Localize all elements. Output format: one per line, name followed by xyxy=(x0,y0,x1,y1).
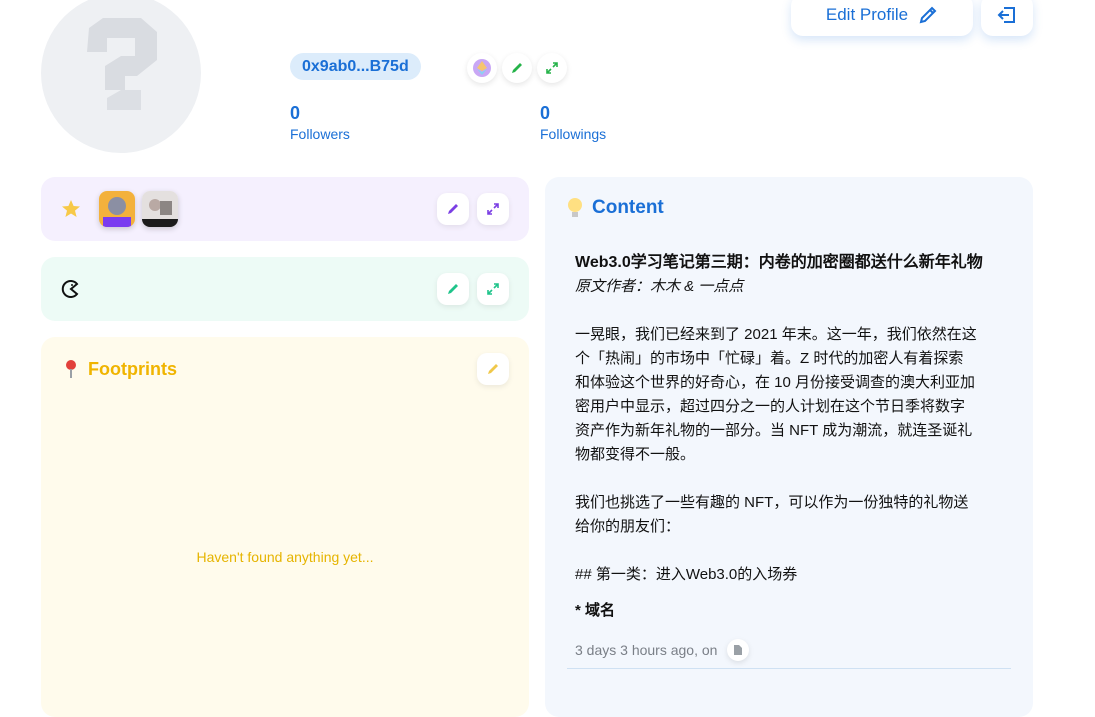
document-icon xyxy=(734,645,743,655)
post-author: 原文作者：木木 & 一点点 xyxy=(575,278,744,295)
nft-thumbnail[interactable] xyxy=(142,191,178,227)
followings-stat[interactable]: 0 Followings xyxy=(540,103,606,143)
expand-nft-button[interactable] xyxy=(477,193,509,225)
expand-icon xyxy=(487,283,499,295)
star-icon xyxy=(62,200,80,217)
expand-profile-button[interactable] xyxy=(537,53,567,83)
expand-icon xyxy=(546,62,558,74)
followers-label: Followers xyxy=(290,126,350,142)
avatar xyxy=(41,0,201,153)
followings-label: Followings xyxy=(540,126,607,142)
edit-profile-links-button[interactable] xyxy=(502,53,532,83)
post-line: 我们也挑选了一些有趣的 NFT，可以作为一份独特的礼物送 xyxy=(575,494,969,511)
followers-count: 0 xyxy=(290,103,301,123)
footprints-title: Footprints xyxy=(88,359,177,379)
post-line: 个「热闹」的市场中「忙碌」着。Z 时代的加密人有着探索 xyxy=(575,350,964,367)
post-line: 给你的朋友们： xyxy=(575,518,681,535)
nft-image xyxy=(142,191,178,227)
post-line: 和体验这个世界的好奇心，在 10 月份接受调查的澳大利亚加 xyxy=(575,374,976,391)
placeholder-avatar-icon xyxy=(87,18,157,110)
logout-icon xyxy=(997,7,1015,23)
edit-nft-button[interactable] xyxy=(437,193,469,225)
nft-thumbnail[interactable] xyxy=(99,191,135,227)
ethereum-icon-button[interactable] xyxy=(467,53,497,83)
pencil-icon xyxy=(448,284,458,294)
post-line: 一晃眼，我们已经来到了 2021 年末。这一年，我们依然在这 xyxy=(575,326,977,343)
edit-poap-button[interactable] xyxy=(437,273,469,305)
post-line: 物都变得不一般。 xyxy=(575,446,696,463)
edit-footprints-button[interactable] xyxy=(477,353,509,385)
expand-poap-button[interactable] xyxy=(477,273,509,305)
post-timestamp: 3 days 3 hours ago, on xyxy=(575,642,718,658)
post-heading: ## 第一类：进入Web3.0的入场券 xyxy=(575,566,798,583)
pin-icon xyxy=(66,360,76,378)
post-line: 资产作为新年礼物的一部分。当 NFT 成为潮流，就连圣诞礼 xyxy=(575,422,973,439)
footprints-section: Footprints Haven't found anything yet... xyxy=(41,337,529,717)
pencil-icon xyxy=(488,364,498,374)
pencil-icon xyxy=(512,63,522,73)
post-title: Web3.0学习笔记第三期：内卷的加密圈都送什么新年礼物 xyxy=(575,254,983,271)
wallet-address-badge[interactable]: 0x9ab0...B75d xyxy=(290,53,421,80)
post-divider xyxy=(567,668,1011,669)
content-title: Content xyxy=(592,197,664,218)
edit-profile-button[interactable]: Edit Profile xyxy=(791,0,973,36)
post-line: 密用户中显示，超过四分之一的人计划在这个节日季将数字 xyxy=(575,398,966,415)
post-meta: 3 days 3 hours ago, on xyxy=(575,639,750,661)
bulb-icon xyxy=(568,198,582,217)
expand-icon xyxy=(487,203,499,215)
followings-count: 0 xyxy=(540,103,551,123)
nft-image xyxy=(99,191,135,227)
platform-badge[interactable] xyxy=(727,639,750,661)
pencil-icon xyxy=(919,6,937,24)
nft-section xyxy=(41,177,529,241)
ethereum-icon xyxy=(473,59,491,77)
pencil-icon xyxy=(448,204,458,214)
followers-stat[interactable]: 0 Followers xyxy=(290,103,350,143)
content-section: Content Web3.0学习笔记第三期：内卷的加密圈都送什么新年礼物 原文作… xyxy=(545,177,1033,717)
content-post[interactable]: Web3.0学习笔记第三期：内卷的加密圈都送什么新年礼物 原文作者：木木 & 一… xyxy=(575,251,1005,623)
post-body: 一晃眼，我们已经来到了 2021 年末。这一年，我们依然在这 个「热闹」的市场中… xyxy=(575,323,1005,623)
pacman-icon xyxy=(61,280,79,298)
post-subheading: * 域名 xyxy=(575,602,616,619)
edit-profile-label: Edit Profile xyxy=(825,5,909,24)
footprints-empty-text: Haven't found anything yet... xyxy=(196,549,374,565)
poap-section xyxy=(41,257,529,321)
logout-button[interactable] xyxy=(981,0,1033,36)
